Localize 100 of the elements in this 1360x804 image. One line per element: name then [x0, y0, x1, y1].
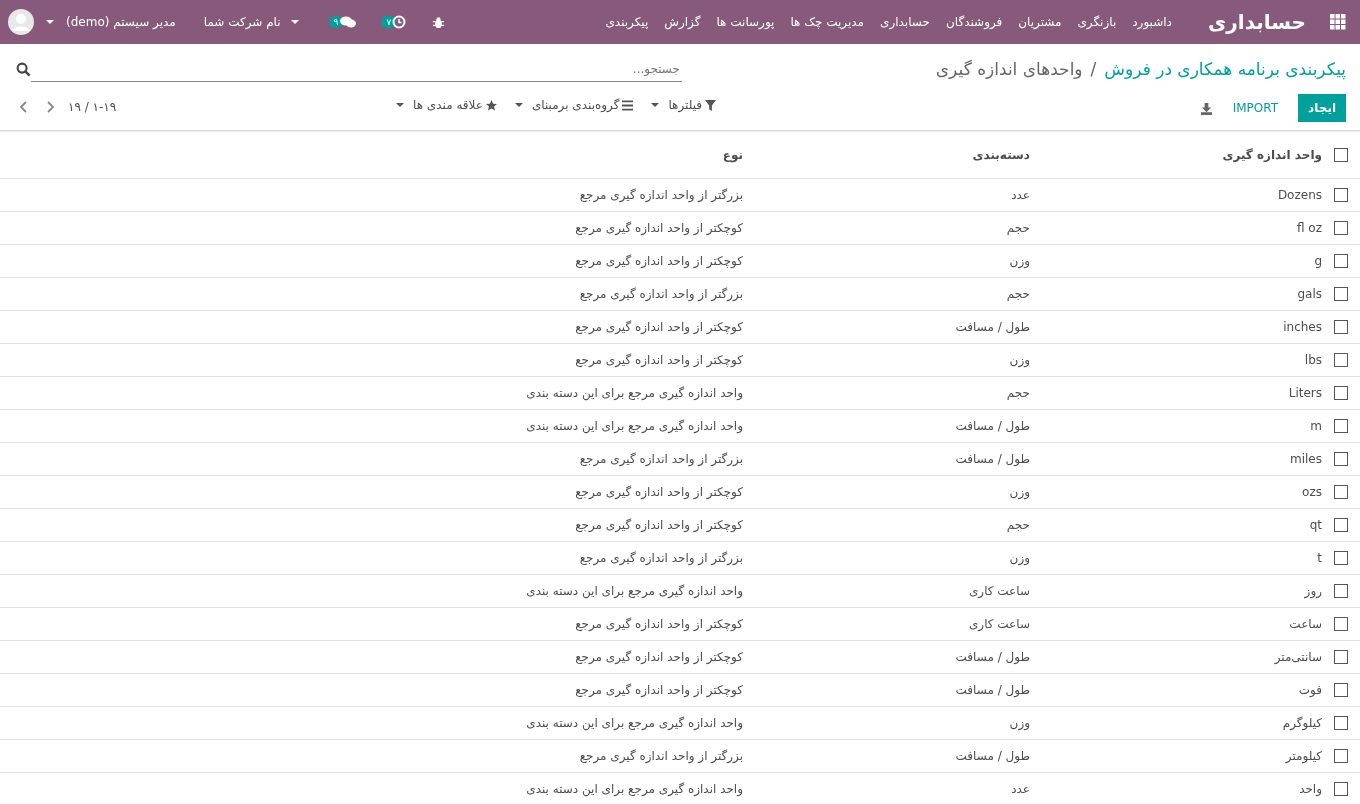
table-cell-text: کوچکتر از واحد اندازه گیری مرجع: [574, 518, 743, 532]
table-cell-text: عدد: [1010, 782, 1030, 796]
column-header[interactable]: واحد اندازه گیری: [1030, 148, 1322, 162]
row-checkbox[interactable]: [1334, 320, 1348, 334]
row-checkbox[interactable]: [1334, 749, 1348, 763]
create-button[interactable]: ایجاد: [1298, 94, 1346, 122]
table-cell-text: سانتی‌متر: [1273, 650, 1322, 664]
table-cell-text: کوچکتر از واحد اندازه گیری مرجع: [574, 221, 743, 235]
table-cell-text: miles: [1289, 452, 1322, 466]
breadcrumb-link[interactable]: پیکربندی برنامه همکاری در فروش: [1104, 59, 1346, 79]
menu-item[interactable]: داشبورد: [1132, 15, 1172, 29]
row-checkbox[interactable]: [1334, 254, 1348, 268]
row-checkbox[interactable]: [1334, 551, 1348, 565]
table-cell-text: وزن: [1008, 551, 1030, 565]
table-cell-text: طول / مسافت: [954, 320, 1030, 334]
table-cell-text: ساعت: [1288, 617, 1322, 631]
table-cell-text: کوچکتر از واحد اندازه گیری مرجع: [574, 485, 743, 499]
table-cell-text: بزرگتر از واحد اندازه گیری مرجع: [578, 551, 743, 565]
table-cell-text: بزرگتر از واحد اندازه گیری مرجع: [578, 188, 743, 202]
row-checkbox[interactable]: [1334, 650, 1348, 664]
menu-item[interactable]: فروشندگان: [945, 15, 1003, 29]
app-title: حسابداری: [1207, 10, 1306, 34]
table-cell-text: فوت: [1297, 683, 1322, 697]
table-cell-text: m: [1309, 419, 1322, 433]
bug-icon[interactable]: [432, 15, 446, 29]
table-cell-text: t: [1316, 551, 1322, 565]
row-checkbox[interactable]: [1334, 287, 1348, 301]
menu-item[interactable]: حسابداری: [880, 15, 930, 29]
chevron-right-icon: [46, 101, 54, 113]
table-cell-text: ozs: [1301, 485, 1322, 499]
row-checkbox[interactable]: [1334, 485, 1348, 499]
table-cell-text: واحد اندازه گیری مرجع برای این دسته بندی: [525, 386, 743, 400]
column-header[interactable]: نوع: [353, 148, 743, 162]
table-cell-text: fl oz: [1296, 221, 1322, 235]
table-cell-text: کیلومتر: [1284, 749, 1322, 763]
apps-grid-icon[interactable]: [1330, 14, 1346, 30]
menu-item[interactable]: گزارش: [664, 15, 701, 29]
row-checkbox[interactable]: [1334, 683, 1348, 697]
search-field[interactable]: جستجو...: [31, 56, 682, 82]
table-cell-text: طول / مسافت: [954, 650, 1030, 664]
row-checkbox[interactable]: [1334, 617, 1348, 631]
table-cell-text: Liters: [1287, 386, 1322, 400]
row-checkbox[interactable]: [1334, 353, 1348, 367]
table-cell-text: روز: [1303, 584, 1322, 598]
table-cell-text: وزن: [1008, 485, 1030, 499]
table-cell-text: بزرگتر از واحد اندازه گیری مرجع: [578, 287, 743, 301]
menu-item[interactable]: بازنگری: [1077, 15, 1117, 29]
table-cell-text: وزن: [1008, 716, 1030, 730]
row-checkbox[interactable]: [1334, 452, 1348, 466]
row-checkbox[interactable]: [1334, 188, 1348, 202]
table-cell-text: lbs: [1303, 353, 1322, 367]
table-cell-text: کوچکتر از واحد اندازه گیری مرجع: [574, 617, 743, 631]
column-header[interactable]: دسته‌بندی: [743, 148, 1030, 162]
table-cell-text: واحد اندازه گیری مرجع برای این دسته بندی: [525, 782, 743, 796]
favorites-dropdown[interactable]: علاقه مندی ها: [390, 94, 497, 116]
table-cell-text: عدد: [1010, 188, 1030, 202]
table-cell-text: طول / مسافت: [954, 419, 1030, 433]
menu-item[interactable]: پیکربندی: [605, 15, 649, 29]
table-cell-text: کوچکتر از واحد اندازه گیری مرجع: [574, 254, 743, 268]
menu-item[interactable]: مشتریان: [1018, 15, 1062, 29]
select-all-checkbox[interactable]: [1334, 148, 1348, 162]
row-checkbox[interactable]: [1334, 782, 1348, 796]
user-menu[interactable]: مدیر سیستم (demo): [8, 9, 176, 35]
row-checkbox[interactable]: [1334, 221, 1348, 235]
table-cell-text: حجم: [1005, 221, 1030, 235]
row-checkbox[interactable]: [1334, 518, 1348, 532]
filter-icon: [705, 99, 716, 111]
avatar-icon: [8, 9, 34, 35]
table-cell-text: حجم: [1005, 518, 1030, 532]
search-icon[interactable]: [16, 61, 31, 77]
table-cell-text: کوچکتر از واحد اندازه گیری مرجع: [574, 353, 743, 367]
import-button[interactable]: IMPORT: [1226, 100, 1285, 116]
table-cell-text: qt: [1308, 518, 1322, 532]
table-cell-text: واحد: [1298, 782, 1322, 796]
menu-item[interactable]: مدیریت چک ها: [790, 15, 864, 29]
table-cell-text: inches: [1282, 320, 1322, 334]
list-icon: [622, 99, 634, 111]
menu-item[interactable]: پورسانت ها: [716, 15, 775, 29]
table-cell-text: کوچکتر از واحد اندازه گیری مرجع: [574, 650, 743, 664]
row-checkbox[interactable]: [1334, 386, 1348, 400]
chat-icon[interactable]: [339, 15, 358, 29]
table-cell-text: g: [1313, 254, 1322, 268]
row-checkbox[interactable]: [1334, 716, 1348, 730]
table-cell-text: Dozens: [1276, 188, 1322, 202]
row-checkbox[interactable]: [1334, 584, 1348, 598]
group-by-dropdown[interactable]: گروه‌بندی برمبنای: [508, 94, 634, 116]
row-checkbox[interactable]: [1334, 419, 1348, 433]
table-cell-text: طول / مسافت: [954, 749, 1030, 763]
download-icon[interactable]: [1199, 101, 1213, 115]
pager-value: ۱-۱۹ / ۱۹: [68, 100, 117, 114]
breadcrumb-current: واحدهای اندازه گیری: [935, 59, 1083, 79]
table-cell-text: وزن: [1008, 254, 1030, 268]
table-cell-text: واحد اندازه گیری مرجع برای این دسته بندی: [525, 419, 743, 433]
table-cell-text: وزن: [1008, 353, 1030, 367]
filters-dropdown[interactable]: فیلترها: [645, 94, 716, 116]
table-cell-text: حجم: [1005, 287, 1030, 301]
clock-icon[interactable]: [392, 15, 407, 29]
star-icon: [485, 99, 497, 111]
company-dropdown[interactable]: نام شرکت شما: [203, 15, 305, 29]
table-cell-text: طول / مسافت: [954, 683, 1030, 697]
